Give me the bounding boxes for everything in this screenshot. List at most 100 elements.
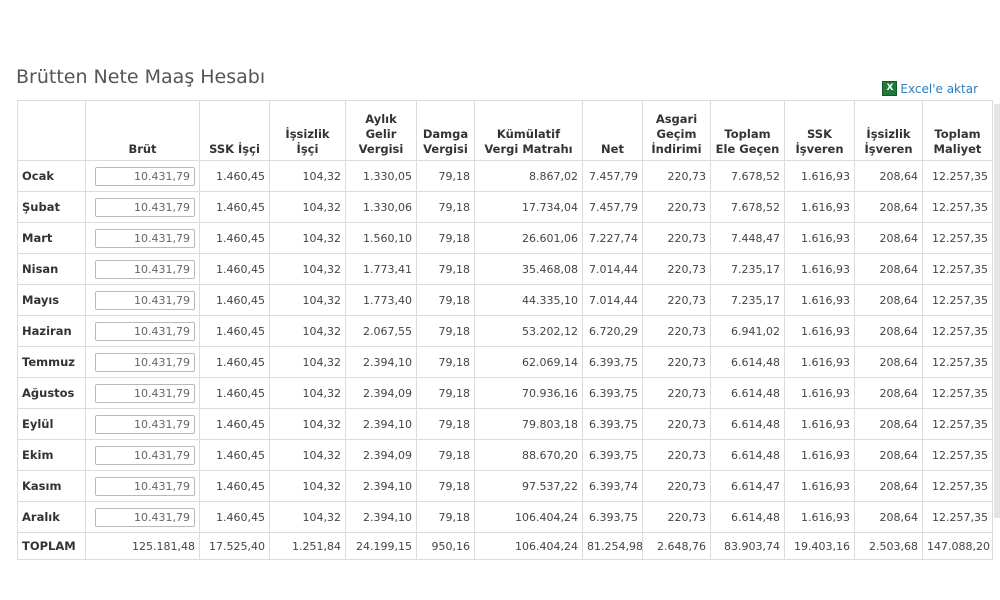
table-cell: 79,18	[416, 408, 475, 440]
table-cell: 106.404,24	[474, 501, 583, 533]
table-cell: 6.393,75	[582, 346, 643, 378]
table-cell: 7.014,44	[582, 284, 643, 316]
gross-cell	[85, 377, 200, 409]
table-cell: 220,73	[642, 284, 711, 316]
table-cell: 12.257,35	[922, 408, 993, 440]
table-cell: 88.670,20	[474, 439, 583, 471]
gross-salary-input[interactable]	[95, 197, 195, 217]
table-cell: 1.616,93	[784, 222, 855, 254]
column-header: Toplam Ele Geçen	[710, 100, 785, 161]
table-cell: 6.614,48	[710, 501, 785, 533]
table-cell: 220,73	[642, 160, 711, 192]
table-cell: 104,32	[269, 160, 346, 192]
column-header: SSK İşveren	[784, 100, 855, 161]
gross-cell	[85, 346, 200, 378]
table-row: Nisan 1.460,45104,321.773,4179,1835.468,0…	[17, 253, 993, 285]
table-cell: 1.460,45	[199, 501, 270, 533]
gross-salary-input[interactable]	[95, 166, 195, 186]
table-cell: 1.460,45	[199, 253, 270, 285]
table-cell: 70.936,16	[474, 377, 583, 409]
table-cell: 208,64	[854, 160, 923, 192]
total-row: TOPLAM 125.181,48 17.525,40 1.251,84 24.199,…	[17, 532, 993, 560]
table-cell: 7.014,44	[582, 253, 643, 285]
total-cell: 147.088,20	[922, 532, 993, 560]
column-header: SSK İşçi	[199, 100, 270, 161]
column-header: Brüt	[85, 100, 200, 161]
table-cell: 220,73	[642, 222, 711, 254]
table-row: Kasım 1.460,45104,322.394,1079,1897.537,2…	[17, 470, 993, 502]
table-cell: 7.448,47	[710, 222, 785, 254]
table-cell: 7.227,74	[582, 222, 643, 254]
table-row: Ekim 1.460,45104,322.394,0979,1888.670,20…	[17, 439, 993, 471]
table-cell: 208,64	[854, 315, 923, 347]
table-cell: 6.941,02	[710, 315, 785, 347]
table-row: Eylül 1.460,45104,322.394,1079,1879.803,1…	[17, 408, 993, 440]
gross-salary-input[interactable]	[95, 259, 195, 279]
table-cell: 6.393,75	[582, 501, 643, 533]
table-cell: 62.069,14	[474, 346, 583, 378]
gross-salary-input[interactable]	[95, 507, 195, 527]
table-cell: 35.468,08	[474, 253, 583, 285]
table-cell: 44.335,10	[474, 284, 583, 316]
table-cell: 12.257,35	[922, 377, 993, 409]
table-cell: 220,73	[642, 470, 711, 502]
vertical-scrollbar[interactable]	[994, 104, 1000, 518]
total-cell: 81.254,98	[582, 532, 643, 560]
gross-salary-input[interactable]	[95, 476, 195, 496]
gross-salary-input[interactable]	[95, 383, 195, 403]
month-label: Ağustos	[17, 377, 86, 409]
month-label: Şubat	[17, 191, 86, 223]
gross-salary-input[interactable]	[95, 414, 195, 434]
total-cell: 19.403,16	[784, 532, 855, 560]
table-cell: 6.720,29	[582, 315, 643, 347]
table-cell: 7.457,79	[582, 191, 643, 223]
table-row: Şubat 1.460,45104,321.330,0679,1817.734,0…	[17, 191, 993, 223]
table-row: Temmuz 1.460,45104,322.394,1079,1862.069,…	[17, 346, 993, 378]
table-cell: 12.257,35	[922, 253, 993, 285]
table-cell: 1.616,93	[784, 470, 855, 502]
table-cell: 1.773,40	[345, 284, 417, 316]
table-cell: 79,18	[416, 191, 475, 223]
table-cell: 220,73	[642, 439, 711, 471]
column-header: Toplam Maliyet	[922, 100, 993, 161]
table-cell: 12.257,35	[922, 470, 993, 502]
total-cell: 106.404,24	[474, 532, 583, 560]
table-cell: 104,32	[269, 346, 346, 378]
table-cell: 1.616,93	[784, 346, 855, 378]
table-header-row: Brüt SSK İşçi İşsizlik İşçi Aylık Gelir Ver…	[17, 100, 993, 161]
table-cell: 1.616,93	[784, 408, 855, 440]
gross-salary-input[interactable]	[95, 352, 195, 372]
table-cell: 12.257,35	[922, 191, 993, 223]
gross-salary-input[interactable]	[95, 290, 195, 310]
table-cell: 1.460,45	[199, 284, 270, 316]
table-cell: 220,73	[642, 346, 711, 378]
table-cell: 208,64	[854, 501, 923, 533]
month-label: Ekim	[17, 439, 86, 471]
column-header: Aylık Gelir Vergisi	[345, 100, 417, 161]
gross-cell	[85, 160, 200, 192]
gross-cell	[85, 222, 200, 254]
total-cell: 125.181,48	[85, 532, 200, 560]
table-cell: 208,64	[854, 470, 923, 502]
table-cell: 208,64	[854, 408, 923, 440]
table-cell: 12.257,35	[922, 346, 993, 378]
gross-salary-input[interactable]	[95, 445, 195, 465]
gross-salary-input[interactable]	[95, 321, 195, 341]
table-row: Haziran 1.460,45104,322.067,5579,1853.202…	[17, 315, 993, 347]
column-header: Damga Vergisi	[416, 100, 475, 161]
gross-salary-input[interactable]	[95, 228, 195, 248]
table-cell: 1.330,06	[345, 191, 417, 223]
table-cell: 7.235,17	[710, 253, 785, 285]
table-cell: 220,73	[642, 253, 711, 285]
table-cell: 79,18	[416, 439, 475, 471]
table-body: Ocak1.460,45104,321.330,0579,188.867,027…	[17, 160, 993, 560]
table-cell: 1.460,45	[199, 377, 270, 409]
table-cell: 12.257,35	[922, 284, 993, 316]
table-cell: 1.460,45	[199, 470, 270, 502]
table-cell: 2.394,10	[345, 408, 417, 440]
table-cell: 6.393,75	[582, 377, 643, 409]
export-excel-link[interactable]: X Excel'e aktar	[882, 81, 978, 96]
table-cell: 1.460,45	[199, 315, 270, 347]
table-cell: 79,18	[416, 346, 475, 378]
table-cell: 79.803,18	[474, 408, 583, 440]
